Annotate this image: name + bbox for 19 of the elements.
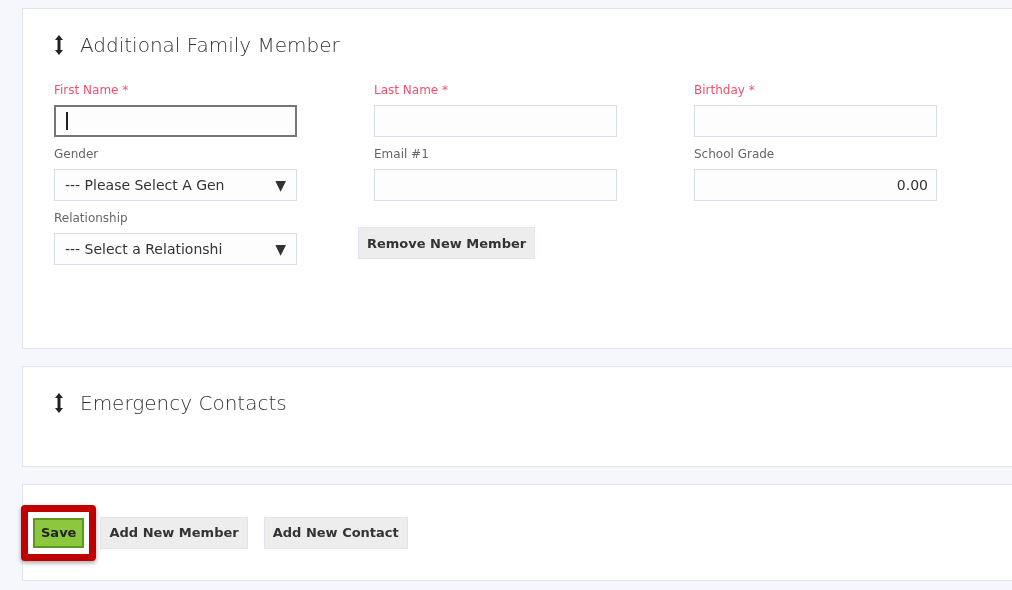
field-label: School Grade — [694, 147, 776, 163]
field-label: Relationship — [54, 211, 129, 227]
input-field[interactable]: 0.00 — [694, 169, 937, 201]
vertical-arrows-icon[interactable] — [54, 392, 64, 414]
remove-member-button[interactable]: Remove New Member — [358, 227, 536, 259]
field-label: First Name * — [54, 83, 130, 99]
field-label: Gender — [54, 147, 100, 163]
field-label: Last Name * — [374, 83, 450, 99]
action-button[interactable]: Add New Contact — [263, 516, 408, 549]
field-label: Email #1 — [374, 147, 430, 163]
dropdown[interactable]: --- Select a Relationshi ▼ — [54, 233, 297, 265]
field-label: Birthday * — [694, 83, 756, 99]
input-field[interactable] — [54, 105, 297, 137]
section-title: Additional Family Member — [80, 33, 340, 57]
dropdown[interactable]: --- Please Select A Gen ▼ — [54, 169, 297, 201]
action-button[interactable]: Add New Member — [100, 516, 248, 549]
save-button[interactable]: Save — [33, 517, 85, 548]
section-title: Emergency Contacts — [80, 391, 287, 415]
vertical-arrows-icon[interactable] — [54, 34, 64, 56]
